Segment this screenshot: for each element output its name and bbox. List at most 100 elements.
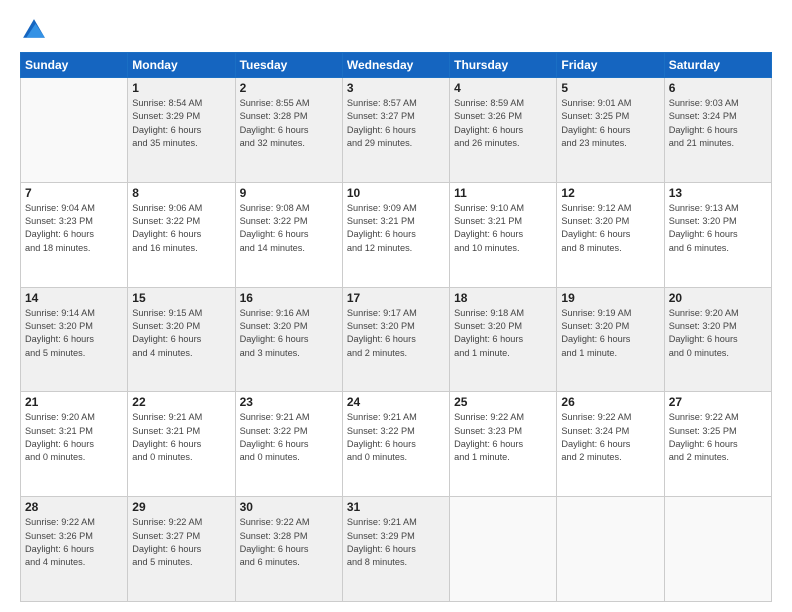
day-number: 21 [25,395,123,409]
day-info: Sunrise: 9:22 AMSunset: 3:28 PMDaylight:… [240,516,338,569]
calendar-cell [21,78,128,183]
weekday-header-monday: Monday [128,53,235,78]
day-number: 13 [669,186,767,200]
day-info: Sunrise: 9:21 AMSunset: 3:22 PMDaylight:… [240,411,338,464]
day-info: Sunrise: 9:22 AMSunset: 3:24 PMDaylight:… [561,411,659,464]
day-number: 29 [132,500,230,514]
day-info: Sunrise: 9:06 AMSunset: 3:22 PMDaylight:… [132,202,230,255]
day-info: Sunrise: 9:20 AMSunset: 3:20 PMDaylight:… [669,307,767,360]
calendar-cell [557,497,664,602]
calendar-cell: 21 Sunrise: 9:20 AMSunset: 3:21 PMDayligh… [21,392,128,497]
logo [20,16,52,44]
calendar-cell: 3Sunrise: 8:57 AMSunset: 3:27 PMDaylight… [342,78,449,183]
calendar-cell: 18 Sunrise: 9:18 AMSunset: 3:20 PMDayligh… [450,287,557,392]
day-info: Sunrise: 9:09 AMSunset: 3:21 PMDaylight:… [347,202,445,255]
calendar-cell: 11 Sunrise: 9:10 AMSunset: 3:21 PMDayligh… [450,182,557,287]
day-info: Sunrise: 8:59 AMSunset: 3:26 PMDaylight:… [454,97,552,150]
day-number: 25 [454,395,552,409]
day-info: Sunrise: 9:04 AMSunset: 3:23 PMDaylight:… [25,202,123,255]
day-number: 11 [454,186,552,200]
day-number: 2 [240,81,338,95]
calendar-cell: 23 Sunrise: 9:21 AMSunset: 3:22 PMDayligh… [235,392,342,497]
day-info: Sunrise: 9:17 AMSunset: 3:20 PMDaylight:… [347,307,445,360]
calendar-cell: 17Sunrise: 9:17 AMSunset: 3:20 PMDayligh… [342,287,449,392]
day-number: 5 [561,81,659,95]
calendar-cell: 28 Sunrise: 9:22 AMSunset: 3:26 PMDayligh… [21,497,128,602]
day-number: 28 [25,500,123,514]
day-info: Sunrise: 9:13 AMSunset: 3:20 PMDaylight:… [669,202,767,255]
calendar-cell: 27 Sunrise: 9:22 AMSunset: 3:25 PMDayligh… [664,392,771,497]
week-row-4: 21 Sunrise: 9:20 AMSunset: 3:21 PMDayligh… [21,392,772,497]
week-row-5: 28 Sunrise: 9:22 AMSunset: 3:26 PMDayligh… [21,497,772,602]
day-number: 31 [347,500,445,514]
day-info: Sunrise: 9:22 AMSunset: 3:26 PMDaylight:… [25,516,123,569]
day-number: 26 [561,395,659,409]
calendar-cell: 29Sunrise: 9:22 AMSunset: 3:27 PMDayligh… [128,497,235,602]
calendar-cell: 12Sunrise: 9:12 AMSunset: 3:20 PMDayligh… [557,182,664,287]
day-info: Sunrise: 9:22 AMSunset: 3:23 PMDaylight:… [454,411,552,464]
week-row-3: 14Sunrise: 9:14 AMSunset: 3:20 PMDayligh… [21,287,772,392]
calendar-cell: 7 Sunrise: 9:04 AMSunset: 3:23 PMDaylight… [21,182,128,287]
weekday-header-sunday: Sunday [21,53,128,78]
day-info: Sunrise: 9:01 AMSunset: 3:25 PMDaylight:… [561,97,659,150]
day-number: 24 [347,395,445,409]
calendar-cell [664,497,771,602]
logo-icon [20,16,48,44]
calendar-cell: 10 Sunrise: 9:09 AMSunset: 3:21 PMDayligh… [342,182,449,287]
day-info: Sunrise: 9:16 AMSunset: 3:20 PMDaylight:… [240,307,338,360]
calendar-cell: 16 Sunrise: 9:16 AMSunset: 3:20 PMDayligh… [235,287,342,392]
day-number: 30 [240,500,338,514]
day-number: 27 [669,395,767,409]
calendar-cell: 8 Sunrise: 9:06 AMSunset: 3:22 PMDaylight… [128,182,235,287]
day-number: 16 [240,291,338,305]
weekday-header-row: SundayMondayTuesdayWednesdayThursdayFrid… [21,53,772,78]
page: SundayMondayTuesdayWednesdayThursdayFrid… [0,0,792,612]
day-number: 7 [25,186,123,200]
day-number: 1 [132,81,230,95]
day-info: Sunrise: 9:18 AMSunset: 3:20 PMDaylight:… [454,307,552,360]
day-info: Sunrise: 9:21 AMSunset: 3:21 PMDaylight:… [132,411,230,464]
calendar-cell: 20 Sunrise: 9:20 AMSunset: 3:20 PMDayligh… [664,287,771,392]
day-number: 20 [669,291,767,305]
day-info: Sunrise: 8:55 AMSunset: 3:28 PMDaylight:… [240,97,338,150]
day-info: Sunrise: 9:20 AMSunset: 3:21 PMDaylight:… [25,411,123,464]
calendar-cell: 9Sunrise: 9:08 AMSunset: 3:22 PMDaylight… [235,182,342,287]
day-info: Sunrise: 9:21 AMSunset: 3:22 PMDaylight:… [347,411,445,464]
day-number: 10 [347,186,445,200]
day-info: Sunrise: 8:54 AMSunset: 3:29 PMDaylight:… [132,97,230,150]
header [20,16,772,44]
day-number: 23 [240,395,338,409]
day-number: 12 [561,186,659,200]
week-row-2: 7 Sunrise: 9:04 AMSunset: 3:23 PMDaylight… [21,182,772,287]
week-row-1: 1 Sunrise: 8:54 AMSunset: 3:29 PMDaylight… [21,78,772,183]
weekday-header-wednesday: Wednesday [342,53,449,78]
calendar-cell: 19Sunrise: 9:19 AMSunset: 3:20 PMDayligh… [557,287,664,392]
day-number: 18 [454,291,552,305]
calendar-cell: 6 Sunrise: 9:03 AMSunset: 3:24 PMDaylight… [664,78,771,183]
weekday-header-thursday: Thursday [450,53,557,78]
day-info: Sunrise: 9:10 AMSunset: 3:21 PMDaylight:… [454,202,552,255]
day-info: Sunrise: 8:57 AMSunset: 3:27 PMDaylight:… [347,97,445,150]
calendar-cell: 25 Sunrise: 9:22 AMSunset: 3:23 PMDayligh… [450,392,557,497]
weekday-header-saturday: Saturday [664,53,771,78]
calendar-cell: 14Sunrise: 9:14 AMSunset: 3:20 PMDayligh… [21,287,128,392]
day-info: Sunrise: 9:22 AMSunset: 3:25 PMDaylight:… [669,411,767,464]
calendar-cell: 2 Sunrise: 8:55 AMSunset: 3:28 PMDaylight… [235,78,342,183]
day-info: Sunrise: 9:15 AMSunset: 3:20 PMDaylight:… [132,307,230,360]
day-number: 15 [132,291,230,305]
calendar-cell: 24 Sunrise: 9:21 AMSunset: 3:22 PMDayligh… [342,392,449,497]
day-info: Sunrise: 9:19 AMSunset: 3:20 PMDaylight:… [561,307,659,360]
day-number: 6 [669,81,767,95]
calendar-cell: 5 Sunrise: 9:01 AMSunset: 3:25 PMDaylight… [557,78,664,183]
calendar-cell: 31Sunrise: 9:21 AMSunset: 3:29 PMDayligh… [342,497,449,602]
calendar-cell: 26 Sunrise: 9:22 AMSunset: 3:24 PMDayligh… [557,392,664,497]
calendar-cell: 1 Sunrise: 8:54 AMSunset: 3:29 PMDaylight… [128,78,235,183]
calendar-cell [450,497,557,602]
calendar-cell: 15 Sunrise: 9:15 AMSunset: 3:20 PMDayligh… [128,287,235,392]
weekday-header-friday: Friday [557,53,664,78]
day-number: 8 [132,186,230,200]
day-info: Sunrise: 9:08 AMSunset: 3:22 PMDaylight:… [240,202,338,255]
day-number: 4 [454,81,552,95]
day-info: Sunrise: 9:03 AMSunset: 3:24 PMDaylight:… [669,97,767,150]
day-number: 22 [132,395,230,409]
